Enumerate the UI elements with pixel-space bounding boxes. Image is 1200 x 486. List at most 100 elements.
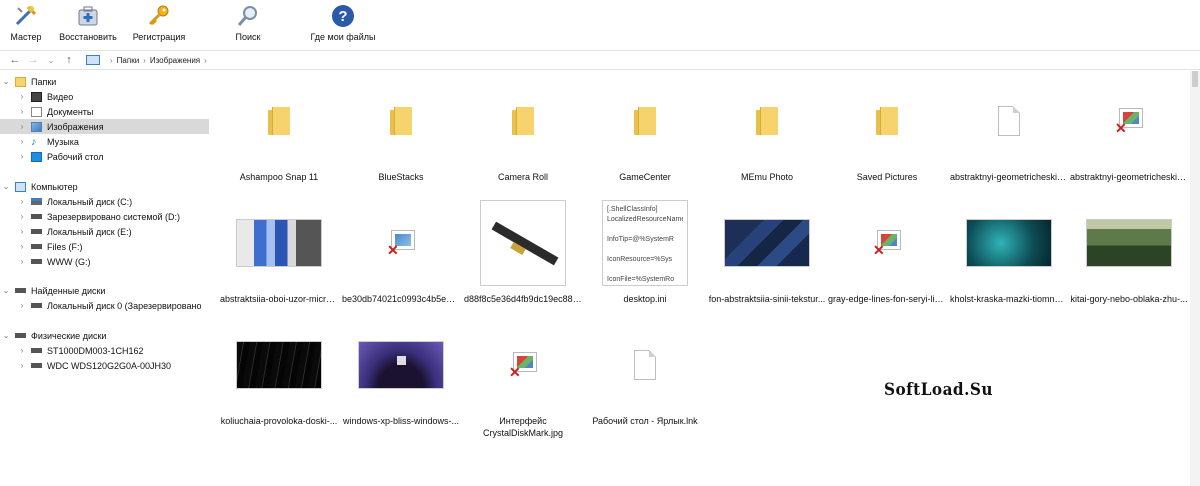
chevron-down-icon[interactable]: ⌄	[0, 286, 12, 295]
chevron-right-icon[interactable]: ›	[16, 137, 28, 146]
drive-icon	[31, 229, 42, 234]
sidebar-item-music[interactable]: › ♪ Музыка	[0, 134, 209, 149]
chevron-right-icon[interactable]: ›	[16, 197, 28, 206]
restore-button[interactable]: Восстановить	[56, 3, 120, 45]
file-item[interactable]: ✕ Интерфейс CrystalDiskMark.jpg	[464, 315, 582, 445]
system-drive-icon	[31, 198, 42, 205]
file-item[interactable]: abstraktnyi-geometricheskii-...	[950, 71, 1068, 201]
file-item[interactable]: Рабочий стол - Ярлык.lnk	[586, 315, 704, 445]
music-icon: ♪	[31, 135, 37, 148]
chevron-down-icon[interactable]: ⌄	[0, 77, 12, 86]
sidebar-item-folders[interactable]: ⌄ Папки	[0, 74, 209, 89]
file-item[interactable]: Ashampoo Snap 11	[220, 71, 338, 201]
chevron-right-icon[interactable]: ›	[16, 257, 28, 266]
file-item[interactable]: Saved Pictures	[828, 71, 946, 201]
chevron-right-icon[interactable]: ›	[16, 122, 28, 131]
sidebar-item-computer[interactable]: ⌄ Компьютер	[0, 179, 209, 194]
wizard-button[interactable]: Мастер	[8, 3, 44, 45]
file-item[interactable]: ✕ be30db74021c0993c4b5e03f7...	[342, 193, 460, 323]
up-button[interactable]: ↑	[60, 51, 78, 69]
sidebar-item-found-disks[interactable]: ⌄ Найденные диски	[0, 283, 209, 298]
drive-icon	[31, 214, 42, 219]
image-thumbnail	[342, 315, 460, 415]
image-thumbnail	[220, 315, 338, 415]
chevron-right-icon[interactable]: ›	[16, 227, 28, 236]
breadcrumb-pictures[interactable]: Изображения	[150, 56, 200, 65]
sidebar-item-label: Изображения	[47, 121, 104, 132]
documents-icon	[31, 106, 42, 117]
sidebar-item-video[interactable]: › Видео	[0, 89, 209, 104]
document-icon	[950, 71, 1068, 171]
file-item[interactable]: [.ShellClassInfo] LocalizedResourceName …	[586, 193, 704, 323]
file-item[interactable]: kholst-kraska-mazki-tiomnyi...	[950, 193, 1068, 323]
chevron-right-icon[interactable]: ›	[16, 242, 28, 251]
chevron-right-icon[interactable]: ›	[16, 107, 28, 116]
back-button[interactable]: ←	[6, 51, 24, 69]
broken-image-icon: ✕	[342, 193, 460, 293]
registration-label: Регистрация	[132, 32, 186, 42]
file-item[interactable]: abstraktsiia-oboi-uzor-micro...	[220, 193, 338, 323]
chevron-right-icon[interactable]: ›	[16, 361, 28, 370]
sidebar-item-local-disk-0[interactable]: › Локальный диск 0 (Зарезервировано	[0, 298, 209, 313]
breadcrumb-folders[interactable]: Папки	[117, 56, 140, 65]
restore-label: Восстановить	[59, 32, 117, 42]
sidebar-item-desktop[interactable]: › Рабочий стол	[0, 149, 209, 164]
watermark: SoftLoad.Su	[884, 380, 993, 400]
file-name: Saved Pictures	[856, 172, 918, 182]
chevron-right-icon[interactable]: ›	[16, 212, 28, 221]
file-item[interactable]: Camera Roll	[464, 71, 582, 201]
file-item[interactable]: GameCenter	[586, 71, 704, 201]
file-item[interactable]: ✕ abstraktnyi-geometricheskii-...	[1070, 71, 1188, 201]
sidebar-item-documents[interactable]: › Документы	[0, 104, 209, 119]
file-item[interactable]: BlueStacks	[342, 71, 460, 201]
file-item[interactable]: koliuchaia-provoloka-doski-...	[220, 315, 338, 445]
sidebar-item-disk-wdc[interactable]: › WDC WDS120G2G0A-00JH30	[0, 358, 209, 373]
chevron-down-icon[interactable]: ⌄	[0, 182, 12, 191]
file-name: Рабочий стол - Ярлык.lnk	[592, 416, 698, 426]
search-label: Поиск	[235, 32, 261, 42]
chevron-right-icon[interactable]: ›	[16, 346, 28, 355]
sidebar-item-label: Найденные диски	[31, 285, 106, 296]
file-item[interactable]: MEmu Photo	[708, 71, 826, 201]
file-item[interactable]: kitai-gory-nebo-oblaka-zhu-...	[1070, 193, 1188, 323]
sidebar-item-label: Музыка	[47, 136, 79, 147]
video-icon	[31, 91, 42, 102]
registration-button[interactable]: Регистрация	[130, 3, 188, 45]
history-dropdown[interactable]: ⌄	[42, 51, 60, 69]
sidebar-tree: ⌄ Папки › Видео › Документы › Изображени…	[0, 71, 210, 486]
chevron-right-icon[interactable]: ›	[16, 301, 28, 310]
file-name: windows-xp-bliss-windows-...	[342, 416, 460, 426]
search-button[interactable]: Поиск	[230, 3, 266, 45]
where-my-files-label: Где мои файлы	[310, 32, 376, 42]
desktop-ini-preview: [.ShellClassInfo] LocalizedResourceName …	[602, 200, 688, 286]
file-item[interactable]: fon-abstraktsiia-sinii-tekstur...	[708, 193, 826, 323]
file-name: d88f8c5e36d4fb9dc19ec8892...	[464, 294, 582, 304]
file-name: kitai-gory-nebo-oblaka-zhu-...	[1070, 294, 1188, 304]
file-item[interactable]: windows-xp-bliss-windows-...	[342, 315, 460, 445]
chevron-down-icon[interactable]: ⌄	[0, 331, 12, 340]
sidebar-item-pictures[interactable]: › Изображения	[0, 119, 209, 134]
sidebar-item-drive-g[interactable]: › WWW (G:)	[0, 254, 209, 269]
scrollbar-thumb[interactable]	[1192, 71, 1198, 87]
sidebar-item-physical-disks[interactable]: ⌄ Физические диски	[0, 328, 209, 343]
desktop-icon	[31, 151, 42, 162]
sidebar-item-drive-e[interactable]: › Локальный диск (E:)	[0, 224, 209, 239]
file-item[interactable]: d88f8c5e36d4fb9dc19ec8892...	[464, 193, 582, 323]
sidebar-item-label: ST1000DM003-1CH162	[47, 345, 144, 356]
sidebar-item-label: Зарезервировано системой (D:)	[47, 211, 181, 222]
forward-button[interactable]: →	[24, 51, 42, 69]
chevron-right-icon[interactable]: ›	[16, 152, 28, 161]
file-name: MEmu Photo	[740, 172, 794, 182]
where-my-files-button[interactable]: ? Где мои файлы	[306, 3, 380, 45]
file-name: abstraktnyi-geometricheskii-...	[950, 172, 1068, 182]
sidebar-item-drive-d[interactable]: › Зарезервировано системой (D:)	[0, 209, 209, 224]
vertical-scrollbar[interactable]	[1190, 71, 1200, 486]
file-item[interactable]: ✕ gray-edge-lines-fon-seryi-lin...	[828, 193, 946, 323]
image-thumbnail	[950, 193, 1068, 293]
sidebar-item-drive-c[interactable]: › Локальный диск (C:)	[0, 194, 209, 209]
sidebar-item-disk-st1000[interactable]: › ST1000DM003-1CH162	[0, 343, 209, 358]
sidebar-item-drive-f[interactable]: › Files (F:)	[0, 239, 209, 254]
chevron-right-icon[interactable]: ›	[16, 92, 28, 101]
sidebar-item-label: Физические диски	[31, 330, 107, 341]
sidebar-item-label: Компьютер	[31, 181, 78, 192]
